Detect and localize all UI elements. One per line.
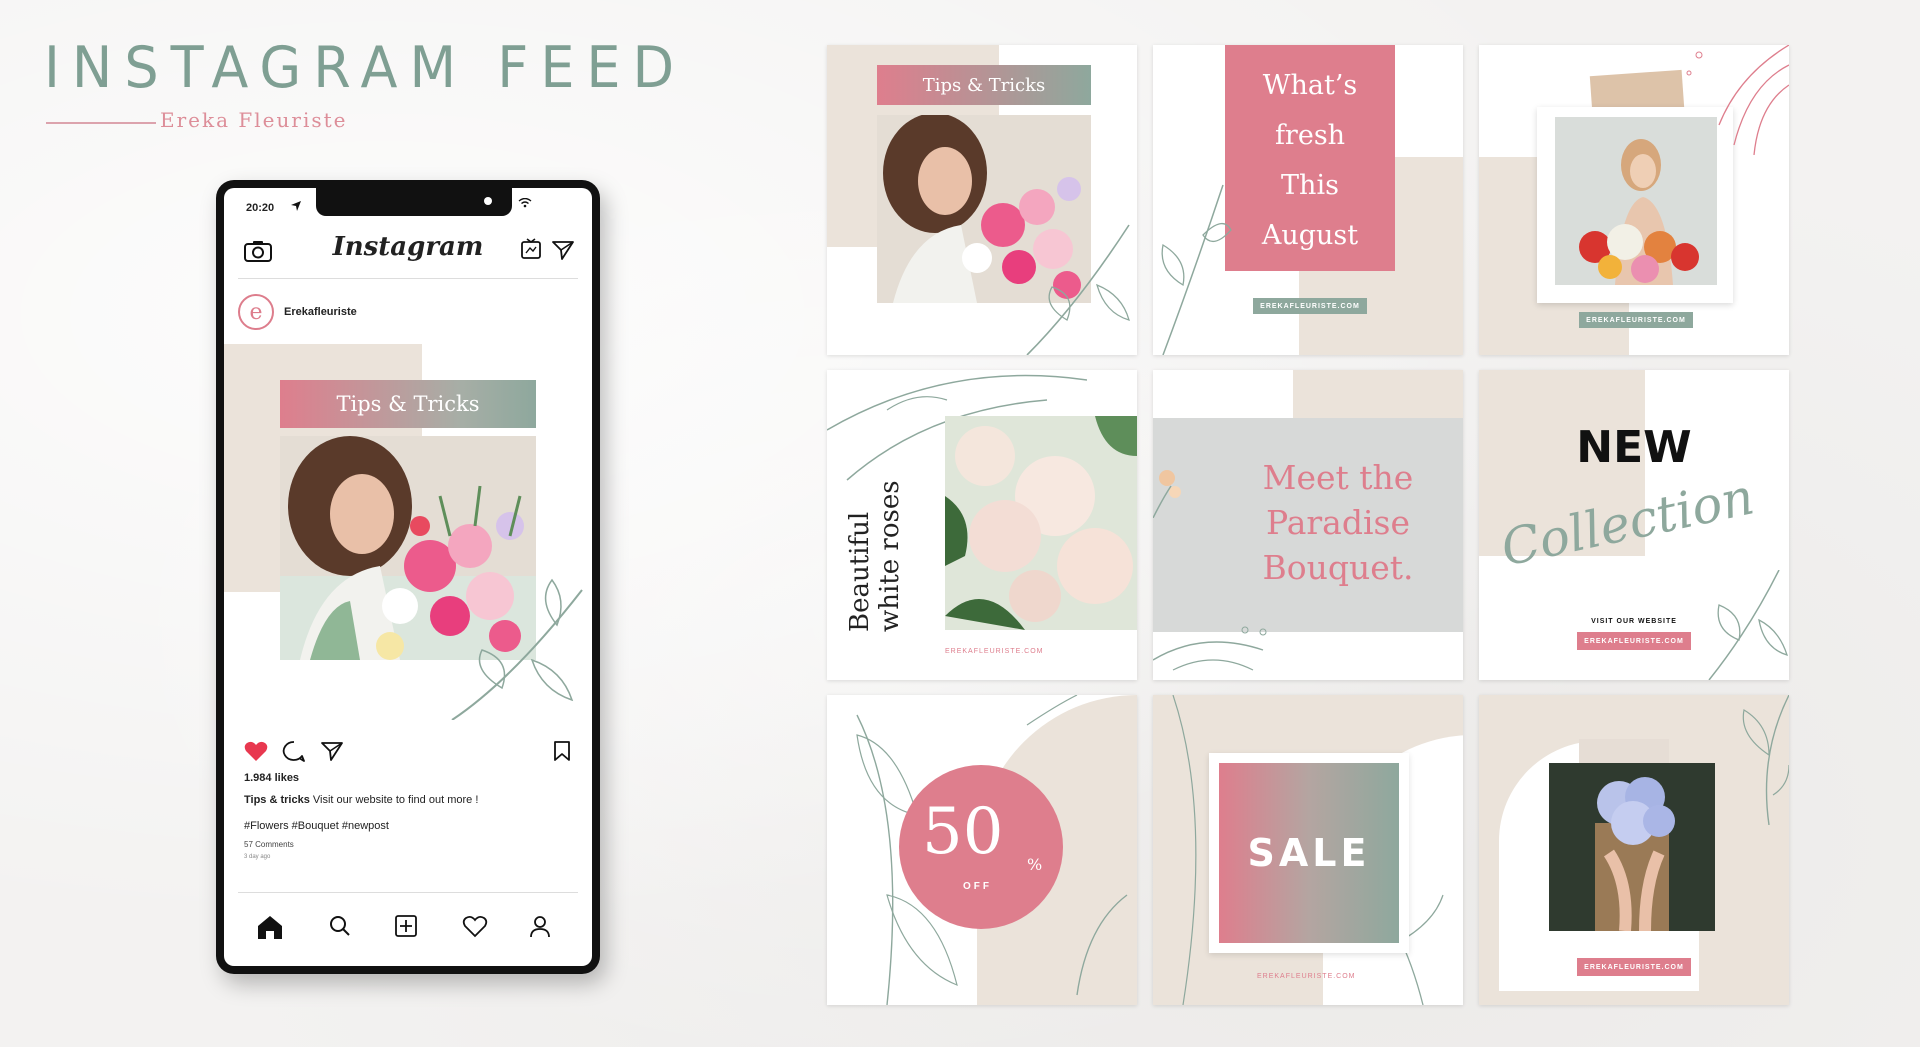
vertical-line-2: white roses bbox=[875, 480, 905, 632]
website-tag[interactable]: EREKAFLEURISTE.COM bbox=[1253, 298, 1367, 314]
website-link[interactable]: EREKAFLEURISTE.COM bbox=[945, 648, 1044, 655]
post-leaf-decoration bbox=[451, 578, 583, 720]
caption-bold: Tips & tricks bbox=[244, 794, 310, 806]
tile-photo-woman-flowers bbox=[1555, 117, 1717, 285]
page-title: INSTAGRAM FEED bbox=[44, 34, 687, 101]
website-tag[interactable]: EREKAFLEURISTE.COM bbox=[1577, 632, 1691, 650]
website-link[interactable]: EREKAFLEURISTE.COM bbox=[1257, 973, 1356, 980]
phone-mockup: 20:20 Instagram e Erekafleuriste Tips & … bbox=[216, 180, 600, 974]
caption-text: Visit our website to find out more ! bbox=[309, 794, 479, 806]
post-tile-sale[interactable]: SALE EREKAFLEURISTE.COM bbox=[1153, 695, 1463, 1005]
headline-line: Bouquet. bbox=[1262, 548, 1414, 587]
post-tile-peonies[interactable]: EREKAFLEURISTE.COM bbox=[1479, 695, 1789, 1005]
headline-line: This bbox=[1281, 170, 1339, 201]
visit-website-label: VISIT OUR WEBSITE bbox=[1591, 618, 1677, 625]
bottom-navigation bbox=[224, 906, 592, 946]
leaf-decoration bbox=[1161, 184, 1232, 355]
comment-icon[interactable] bbox=[282, 740, 306, 762]
headline-line: fresh bbox=[1274, 120, 1346, 151]
wifi-icon bbox=[518, 198, 532, 208]
post-tile-white-roses[interactable]: Beautiful white roses EREKAFLEURISTE.COM bbox=[827, 370, 1137, 680]
post-actions bbox=[224, 736, 592, 766]
post-tile-50-off[interactable]: 50 % OFF bbox=[827, 695, 1137, 1005]
post-tile-new-collection[interactable]: NEW Collection VISIT OUR WEBSITE EREKAFL… bbox=[1479, 370, 1789, 680]
instagram-top-bar: Instagram bbox=[224, 226, 592, 272]
add-post-icon[interactable] bbox=[394, 914, 418, 938]
view-comments-link[interactable]: 57 Comments bbox=[244, 840, 294, 849]
camera-dot bbox=[484, 197, 492, 205]
home-icon[interactable] bbox=[256, 914, 284, 940]
tile-banner: Tips & Tricks bbox=[877, 65, 1091, 105]
post-tile-paradise-bouquet[interactable]: Meet the Paradise Bouquet. bbox=[1153, 370, 1463, 680]
post-header[interactable]: e Erekafleuriste bbox=[238, 294, 357, 330]
share-icon[interactable] bbox=[320, 740, 344, 762]
tile-new-title: NEW bbox=[1576, 422, 1692, 473]
headline-line: Meet the bbox=[1262, 458, 1414, 497]
search-icon[interactable] bbox=[328, 914, 352, 938]
discount-off: OFF bbox=[963, 881, 992, 892]
avatar[interactable]: e bbox=[238, 294, 274, 330]
discount-number: 50 bbox=[922, 795, 1004, 869]
nav-divider bbox=[238, 892, 578, 893]
headline-line: August bbox=[1261, 220, 1359, 251]
tile-photo-peonies bbox=[1549, 763, 1715, 931]
sale-block: SALE bbox=[1219, 763, 1399, 943]
post-tile-whats-fresh[interactable]: What’s fresh This August EREKAFLEURISTE.… bbox=[1153, 45, 1463, 355]
headline-line: Paradise bbox=[1266, 503, 1410, 542]
page-subtitle: Ereka Fleuriste bbox=[160, 108, 348, 132]
discount-percent: % bbox=[1027, 855, 1043, 874]
igtv-icon[interactable] bbox=[520, 238, 542, 260]
status-time: 20:20 bbox=[246, 202, 275, 214]
website-tag[interactable]: EREKAFLEURISTE.COM bbox=[1579, 312, 1693, 328]
activity-heart-icon[interactable] bbox=[462, 914, 488, 938]
phone-notch bbox=[316, 188, 512, 216]
post-username[interactable]: Erekafleuriste bbox=[284, 306, 357, 318]
phone-screen: 20:20 Instagram e Erekafleuriste Tips & … bbox=[224, 188, 592, 966]
tile-photo-white-roses bbox=[945, 416, 1137, 630]
post-hashtags[interactable]: #Flowers #Bouquet #newpost bbox=[244, 820, 389, 832]
post-tile-portrait[interactable]: EREKAFLEURISTE.COM bbox=[1479, 45, 1789, 355]
subtitle-divider bbox=[46, 122, 156, 124]
post-time: 3 day ago bbox=[244, 854, 271, 860]
tile-headline: What’s fresh This August bbox=[1225, 61, 1395, 261]
tile-headline: Meet the Paradise Bouquet. bbox=[1213, 455, 1463, 590]
tile-photo-woman-bouquet bbox=[877, 115, 1091, 303]
direct-message-icon[interactable] bbox=[552, 240, 574, 260]
bookmark-icon[interactable] bbox=[552, 740, 572, 762]
post-tile-tips-tricks[interactable]: Tips & Tricks bbox=[827, 45, 1137, 355]
heart-icon[interactable] bbox=[244, 740, 268, 762]
website-tag[interactable]: EREKAFLEURISTE.COM bbox=[1577, 958, 1691, 976]
header-divider bbox=[238, 278, 578, 279]
likes-count: 1.984 likes bbox=[244, 772, 300, 784]
tile-vertical-text: Beautiful white roses bbox=[845, 480, 905, 632]
vertical-line-1: Beautiful bbox=[845, 511, 875, 632]
post-image[interactable]: Tips & Tricks bbox=[224, 344, 592, 720]
location-arrow-icon bbox=[291, 201, 301, 211]
profile-icon[interactable] bbox=[528, 914, 552, 938]
leaf-decoration bbox=[1708, 570, 1788, 680]
post-caption: Tips & tricks Visit our website to find … bbox=[244, 794, 478, 806]
post-banner: Tips & Tricks bbox=[280, 380, 536, 428]
beige-block bbox=[1293, 370, 1463, 418]
headline-line: What’s bbox=[1262, 70, 1358, 101]
